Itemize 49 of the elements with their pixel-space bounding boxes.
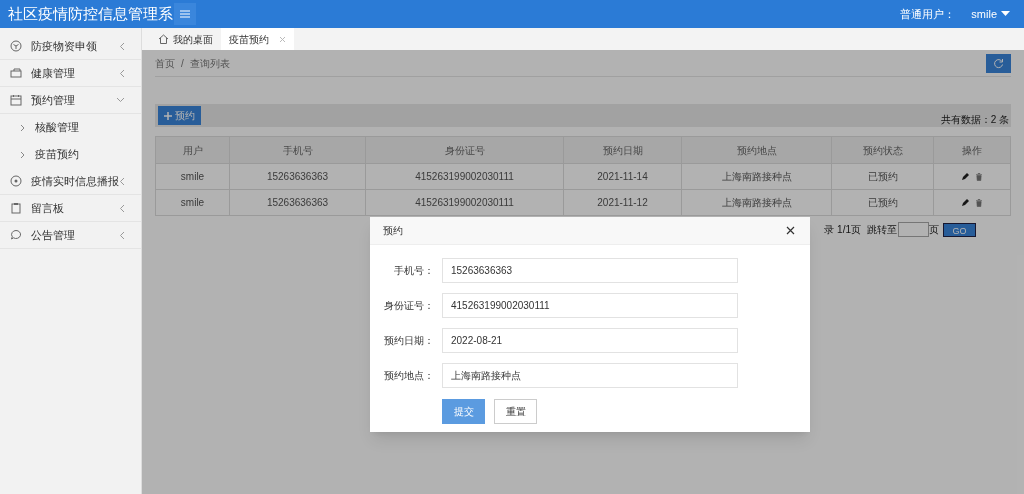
table-cell: 2021-11-12 — [563, 189, 682, 216]
record-count: 共有数据：2 条 — [940, 113, 1009, 127]
column-header: 用户 — [155, 136, 230, 164]
user-role-label: 普通用户： — [900, 6, 956, 22]
sidebar-subitem[interactable]: 核酸管理 — [0, 114, 141, 141]
app-title: 社区疫情防控信息管理系 — [7, 3, 173, 24]
column-header: 预约日期 — [563, 136, 682, 164]
reset-button[interactable]: 重置 — [494, 399, 537, 424]
modal-title: 预约 — [383, 224, 403, 238]
table-cell: 415263199002030111 — [365, 189, 564, 216]
table-cell: 15263636363 — [229, 189, 366, 216]
column-header: 手机号 — [229, 136, 366, 164]
table-cell: 已预约 — [831, 189, 934, 216]
breadcrumb-link[interactable]: 查询列表 — [189, 55, 230, 71]
field-label: 身份证号： — [383, 299, 434, 313]
tab[interactable]: 我的桌面 — [150, 28, 221, 50]
table-cell: 15263636363 — [229, 163, 366, 190]
field-label: 预约日期： — [383, 334, 434, 348]
column-header: 身份证号 — [365, 136, 564, 164]
sidebar-item[interactable]: 公告管理 — [0, 222, 141, 249]
sidebar-item[interactable]: 健康管理 — [0, 60, 141, 87]
page-info: 录 1/1页 — [824, 223, 861, 237]
table-cell: smile — [155, 163, 230, 190]
sidebar-subitem[interactable]: 疫苗预约 — [0, 141, 141, 168]
user-menu[interactable]: smile — [971, 5, 1010, 23]
input-field[interactable]: 2022-08-21 — [442, 328, 738, 353]
jump-label: 跳转至 — [867, 223, 897, 237]
tab[interactable]: 疫苗预约 — [221, 28, 294, 50]
column-header: 预约地点 — [681, 136, 832, 164]
table-cell: 2021-11-14 — [563, 163, 682, 190]
table-cell: smile — [155, 189, 230, 216]
input-field[interactable]: 15263636363 — [442, 258, 738, 283]
table-cell: 已预约 — [831, 163, 934, 190]
input-field[interactable]: 415263199002030111 — [442, 293, 738, 318]
field-label: 手机号： — [393, 264, 434, 278]
table-cell: 上海南路接种点 — [681, 189, 832, 216]
table-cell: 415263199002030111 — [365, 163, 564, 190]
breadcrumb-separator: / — [181, 56, 184, 71]
sidebar-item[interactable]: 预约管理 — [0, 87, 141, 114]
table-cell: 上海南路接种点 — [681, 163, 832, 190]
column-header: 操作 — [933, 136, 1011, 164]
field-label: 预约地点： — [383, 369, 434, 383]
sidebar-item[interactable]: 留言板 — [0, 195, 141, 222]
sidebar-item[interactable]: 防疫物资申领 — [0, 33, 141, 60]
page-suffix: 页 — [929, 223, 939, 237]
column-header: 预约状态 — [831, 136, 934, 164]
breadcrumb-link[interactable]: 首页 — [155, 55, 175, 71]
sidebar-item[interactable]: 疫情实时信息播报 — [0, 168, 141, 195]
input-field[interactable]: 上海南路接种点 — [442, 363, 738, 388]
